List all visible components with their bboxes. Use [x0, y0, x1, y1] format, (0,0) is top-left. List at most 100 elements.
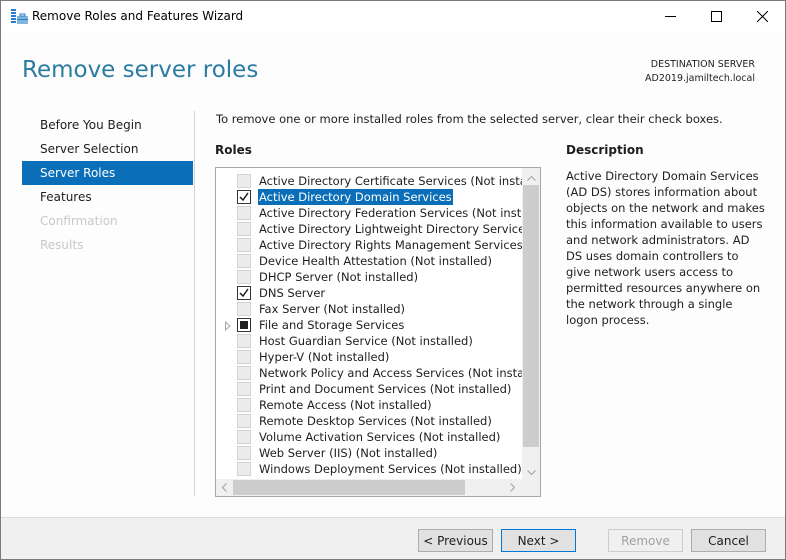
role-label[interactable]: Active Directory Rights Management Servi… — [258, 237, 540, 253]
checkbox-unchecked[interactable] — [237, 174, 251, 188]
role-row[interactable]: DHCP Server (Not installed) — [216, 269, 523, 285]
role-row[interactable]: Active Directory Certificate Services (N… — [216, 173, 540, 189]
roles-heading: Roles — [215, 143, 252, 157]
role-label[interactable]: Active Directory Certificate Services (N… — [258, 173, 540, 189]
checkbox-unchecked[interactable] — [237, 414, 251, 428]
nav-item-results: Results — [40, 238, 84, 252]
checkbox-unchecked[interactable] — [237, 430, 251, 444]
previous-button[interactable]: < Previous — [418, 529, 493, 552]
close-button[interactable] — [739, 1, 785, 32]
role-row[interactable]: DNS Server — [216, 285, 523, 301]
role-row[interactable]: Active Directory Domain Services — [216, 189, 523, 205]
checkbox-checked[interactable] — [237, 190, 251, 204]
vertical-scrollbar[interactable] — [522, 168, 540, 479]
role-description: Active Directory Domain Services (AD DS)… — [566, 169, 765, 327]
role-label[interactable]: Volume Activation Services (Not installe… — [258, 429, 501, 445]
checkbox-unchecked[interactable] — [237, 334, 251, 348]
checkbox-unchecked[interactable] — [237, 462, 251, 476]
role-row[interactable]: Hyper-V (Not installed) — [216, 349, 523, 365]
checkbox-unchecked[interactable] — [237, 254, 251, 268]
checkmark-icon — [239, 192, 249, 202]
role-label[interactable]: Network Policy and Access Services (Not … — [258, 365, 540, 381]
minimize-icon — [664, 11, 676, 22]
scroll-up-button[interactable] — [522, 168, 540, 185]
checkbox-unchecked[interactable] — [237, 446, 251, 460]
chevron-down-icon — [526, 464, 536, 478]
role-label[interactable]: Active Directory Domain Services — [258, 189, 453, 205]
role-row[interactable]: Remote Desktop Services (Not installed) — [216, 413, 523, 429]
role-label[interactable]: Hyper-V (Not installed) — [258, 349, 390, 365]
next-button[interactable]: Next > — [501, 529, 576, 552]
role-label[interactable]: Web Server (IIS) (Not installed) — [258, 445, 438, 461]
close-icon — [756, 11, 768, 22]
remove-button: Remove — [608, 529, 683, 552]
nav-item-server-roles[interactable]: Server Roles — [22, 161, 193, 185]
roles-tree[interactable]: Active Directory Certificate Services (N… — [215, 167, 541, 497]
checkbox-unchecked[interactable] — [237, 302, 251, 316]
role-label[interactable]: Active Directory Federation Services (No… — [258, 205, 540, 221]
checkbox-unchecked[interactable] — [237, 238, 251, 252]
horizontal-scroll-thumb[interactable] — [233, 480, 465, 495]
vertical-scroll-thumb[interactable] — [523, 185, 539, 447]
maximize-icon — [710, 11, 722, 22]
role-label[interactable]: Remote Access (Not installed) — [258, 397, 433, 413]
page-title: Remove server roles — [22, 57, 259, 83]
role-row[interactable]: Device Health Attestation (Not installed… — [216, 253, 523, 269]
horizontal-scrollbar[interactable] — [216, 479, 540, 496]
nav-item-confirmation: Confirmation — [40, 214, 118, 228]
role-row[interactable]: Fax Server (Not installed) — [216, 301, 523, 317]
nav-item-before-you-begin[interactable]: Before You Begin — [22, 113, 193, 137]
checkbox-unchecked[interactable] — [237, 206, 251, 220]
role-label[interactable]: Print and Document Services (Not install… — [258, 381, 512, 397]
checkbox-checked[interactable] — [237, 286, 251, 300]
role-label[interactable]: Windows Deployment Services (Not install… — [258, 461, 523, 477]
role-label[interactable]: Device Health Attestation (Not installed… — [258, 253, 493, 269]
description-heading: Description — [566, 143, 644, 157]
cancel-button[interactable]: Cancel — [691, 529, 766, 552]
checkbox-partial[interactable] — [237, 318, 251, 332]
role-row[interactable]: Remote Access (Not installed) — [216, 397, 523, 413]
role-row[interactable]: Print and Document Services (Not install… — [216, 381, 523, 397]
checkbox-unchecked[interactable] — [237, 350, 251, 364]
wizard-nav: Before You Begin Server Selection Server… — [22, 113, 193, 257]
nav-divider — [194, 111, 195, 496]
role-label[interactable]: Remote Desktop Services (Not installed) — [258, 413, 493, 429]
role-row[interactable]: Web Server (IIS) (Not installed) — [216, 445, 523, 461]
checkbox-unchecked[interactable] — [237, 366, 251, 380]
role-row[interactable]: File and Storage Services — [216, 317, 523, 333]
chevron-left-icon — [221, 481, 227, 495]
checkbox-unchecked[interactable] — [237, 398, 251, 412]
nav-item-features[interactable]: Features — [22, 185, 193, 209]
title-bar[interactable]: Remove Roles and Features Wizard — [1, 1, 785, 32]
role-row[interactable]: Host Guardian Service (Not installed) — [216, 333, 523, 349]
scroll-down-button[interactable] — [522, 462, 540, 479]
checkbox-unchecked[interactable] — [237, 382, 251, 396]
checkmark-icon — [239, 288, 249, 298]
roles-list: Active Directory Certificate Services (N… — [216, 173, 540, 477]
role-label[interactable]: DHCP Server (Not installed) — [258, 269, 419, 285]
nav-item-server-selection[interactable]: Server Selection — [22, 137, 193, 161]
destination-server-name: AD2019.jamiltech.local — [645, 73, 755, 84]
role-label[interactable]: Fax Server (Not installed) — [258, 301, 406, 317]
role-label[interactable]: Active Directory Lightweight Directory S… — [258, 221, 540, 237]
scroll-corner — [522, 479, 540, 496]
window-title: Remove Roles and Features Wizard — [32, 9, 244, 23]
role-label[interactable]: DNS Server — [258, 285, 326, 301]
role-row[interactable]: Active Directory Federation Services (No… — [216, 205, 540, 221]
role-label[interactable]: Host Guardian Service (Not installed) — [258, 333, 474, 349]
role-row[interactable]: Active Directory Rights Management Servi… — [216, 237, 540, 253]
wizard-footer: < Previous Next > Remove Cancel — [1, 517, 785, 559]
checkbox-unchecked[interactable] — [237, 270, 251, 284]
expand-arrow-icon[interactable] — [224, 320, 232, 332]
scroll-right-button[interactable] — [504, 479, 521, 496]
role-label[interactable]: File and Storage Services — [258, 317, 405, 333]
minimize-button[interactable] — [647, 1, 693, 32]
maximize-button[interactable] — [693, 1, 739, 32]
role-row[interactable]: Volume Activation Services (Not installe… — [216, 429, 523, 445]
checkbox-unchecked[interactable] — [237, 222, 251, 236]
scroll-left-button[interactable] — [216, 479, 233, 496]
role-row[interactable]: Windows Deployment Services (Not install… — [216, 461, 523, 477]
chevron-right-icon — [510, 481, 516, 495]
role-row[interactable]: Active Directory Lightweight Directory S… — [216, 221, 540, 237]
role-row[interactable]: Network Policy and Access Services (Not … — [216, 365, 540, 381]
